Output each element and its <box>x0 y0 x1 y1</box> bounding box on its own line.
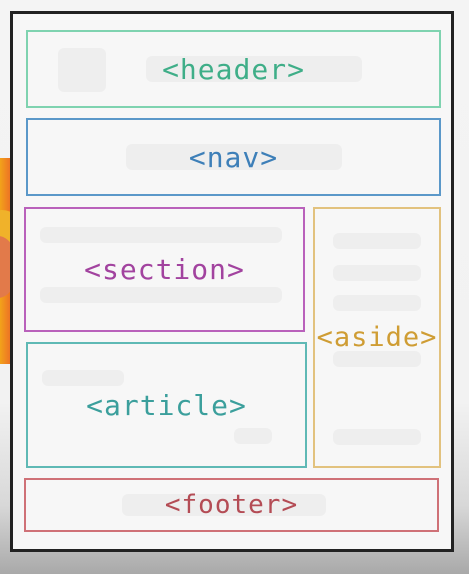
aside-region: <aside> <box>313 207 441 468</box>
section-region: <section> <box>24 207 305 332</box>
nav-label: <nav> <box>188 140 279 174</box>
footer-label: <footer> <box>164 490 299 520</box>
article-region: <article> <box>26 342 307 468</box>
header-label: <header> <box>162 52 305 86</box>
section-label: <section> <box>84 253 245 286</box>
article-label: <article> <box>86 388 247 422</box>
header-region: <header> <box>26 30 441 108</box>
nav-region: <nav> <box>26 118 441 196</box>
aside-label: <aside> <box>316 322 438 353</box>
video-frame: <header> <nav> <section> <aside> <articl… <box>0 0 469 574</box>
footer-region: <footer> <box>24 478 439 532</box>
